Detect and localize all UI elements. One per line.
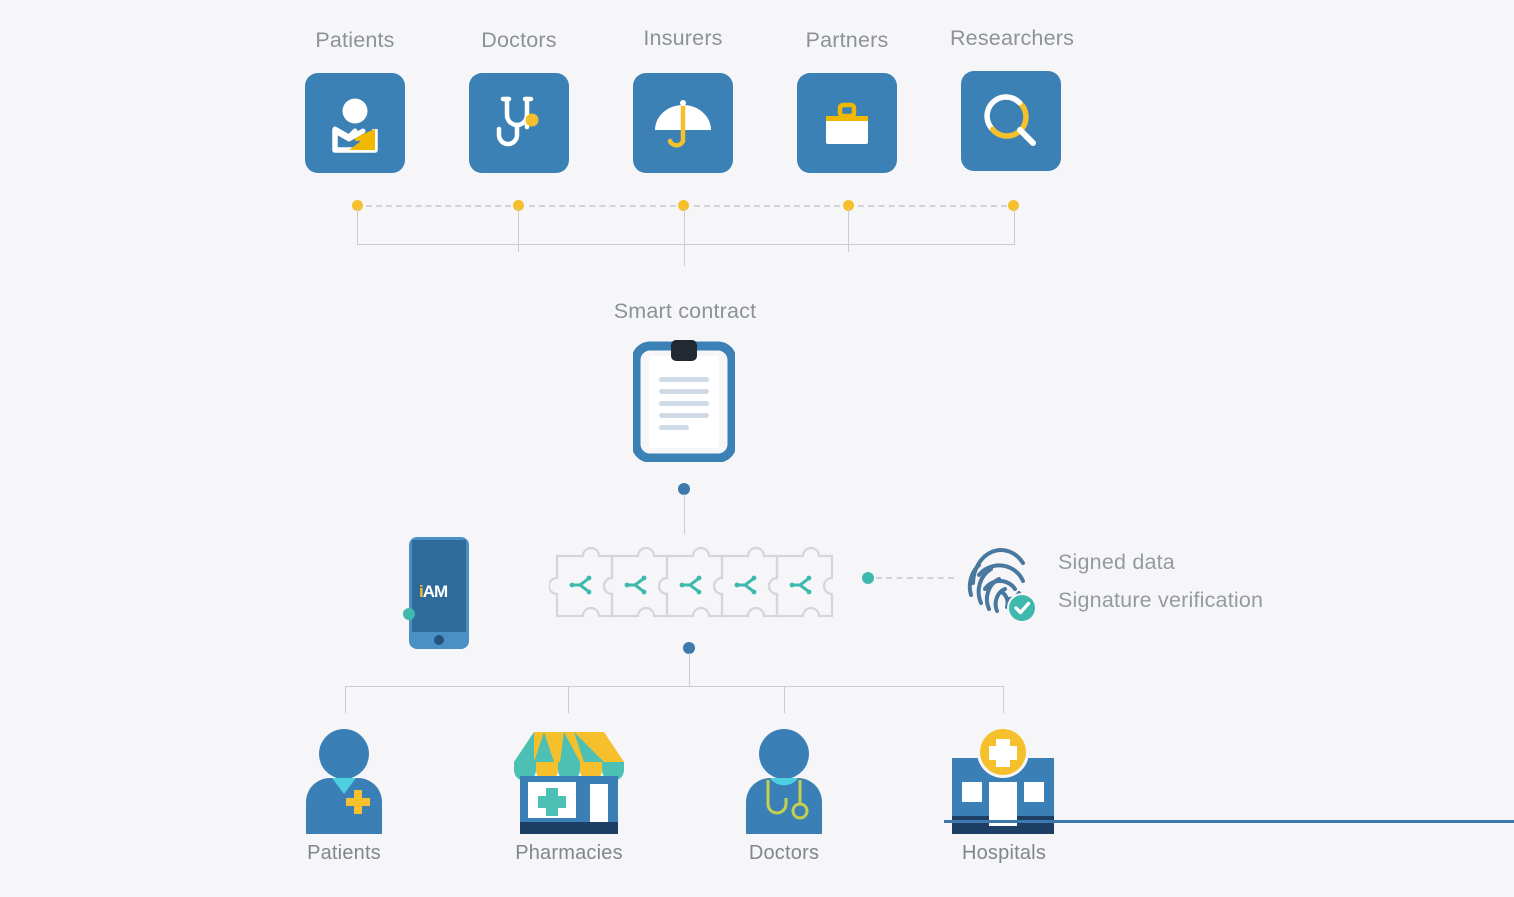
briefcase-icon <box>826 102 868 144</box>
endpoint-label-patients: Patients <box>307 842 381 864</box>
puzzle-chain-icon <box>549 546 834 618</box>
umbrella-icon <box>655 100 711 148</box>
app-logo-main: AM <box>422 582 448 601</box>
blockchain-out-line <box>689 653 690 686</box>
endpoint-icon-hospitals[interactable] <box>944 726 1062 841</box>
verification-line-signed-data: Signed data <box>1058 550 1175 574</box>
verification-link-dot <box>862 572 874 584</box>
diagram-canvas: Patients Doctors Insurers Partners Resea… <box>0 0 1514 897</box>
actor-label-doctors: Doctors <box>481 28 557 52</box>
bottom-drop-hospitals <box>1003 686 1004 713</box>
drop-line-partners <box>848 208 849 252</box>
drop-line-insurers <box>684 208 685 266</box>
verification-dash-line <box>876 577 954 579</box>
endpoint-label-hospitals: Hospitals <box>961 842 1047 864</box>
actor-label-partners: Partners <box>805 28 889 52</box>
stethoscope-icon <box>496 96 539 147</box>
app-logo: iAM <box>419 582 448 602</box>
dash-segment-4 <box>858 205 1007 207</box>
drop-line-researchers <box>1014 208 1015 244</box>
top-bus-line <box>357 244 1015 245</box>
actor-tile-researchers[interactable] <box>961 71 1061 171</box>
person-card-icon <box>332 98 378 153</box>
endpoint-icon-pharmacies[interactable] <box>506 726 632 841</box>
drop-line-doctors <box>518 208 519 252</box>
bottom-bus-line <box>345 686 1004 687</box>
actor-label-insurers: Insurers <box>643 26 723 50</box>
actor-tile-doctors[interactable] <box>469 73 569 173</box>
clipboard-icon <box>631 340 737 463</box>
smart-contract-icon-wrap[interactable] <box>631 337 737 467</box>
pharmacy-store-icon <box>514 732 624 834</box>
bottom-drop-pharmacies <box>568 686 569 713</box>
actor-tile-insurers[interactable] <box>633 73 733 173</box>
dash-segment-2 <box>529 205 676 207</box>
magnifier-icon <box>984 94 1036 146</box>
dash-segment-1 <box>366 205 511 207</box>
actor-tile-patients[interactable] <box>305 73 405 173</box>
actor-label-patients: Patients <box>315 28 395 52</box>
actor-tile-partners[interactable] <box>797 73 897 173</box>
fingerprint-icon <box>967 548 1037 623</box>
endpoint-icon-doctors[interactable] <box>740 726 828 841</box>
endpoint-label-doctors: Doctors <box>748 842 820 864</box>
bottom-drop-patients <box>345 686 346 713</box>
blockchain-strip[interactable] <box>549 538 839 648</box>
smart-contract-out-line <box>684 494 685 534</box>
dash-segment-3 <box>694 205 840 207</box>
smart-contract-title: Smart contract <box>613 299 757 323</box>
actor-label-researchers: Researchers <box>949 26 1075 50</box>
patient-person-icon <box>306 729 382 834</box>
doctor-person-icon <box>746 729 822 834</box>
endpoint-label-pharmacies: Pharmacies <box>515 842 623 864</box>
verification-icon-wrap[interactable] <box>963 541 1043 630</box>
drop-line-patients <box>357 208 358 244</box>
check-circle-icon <box>1009 595 1035 621</box>
mobile-app-link-dot <box>403 608 415 620</box>
endpoint-icon-patients[interactable] <box>300 726 388 841</box>
verification-line-signature-verification: Signature verification <box>1058 588 1264 612</box>
bottom-drop-doctors <box>784 686 785 713</box>
progress-bar[interactable] <box>944 820 1514 823</box>
